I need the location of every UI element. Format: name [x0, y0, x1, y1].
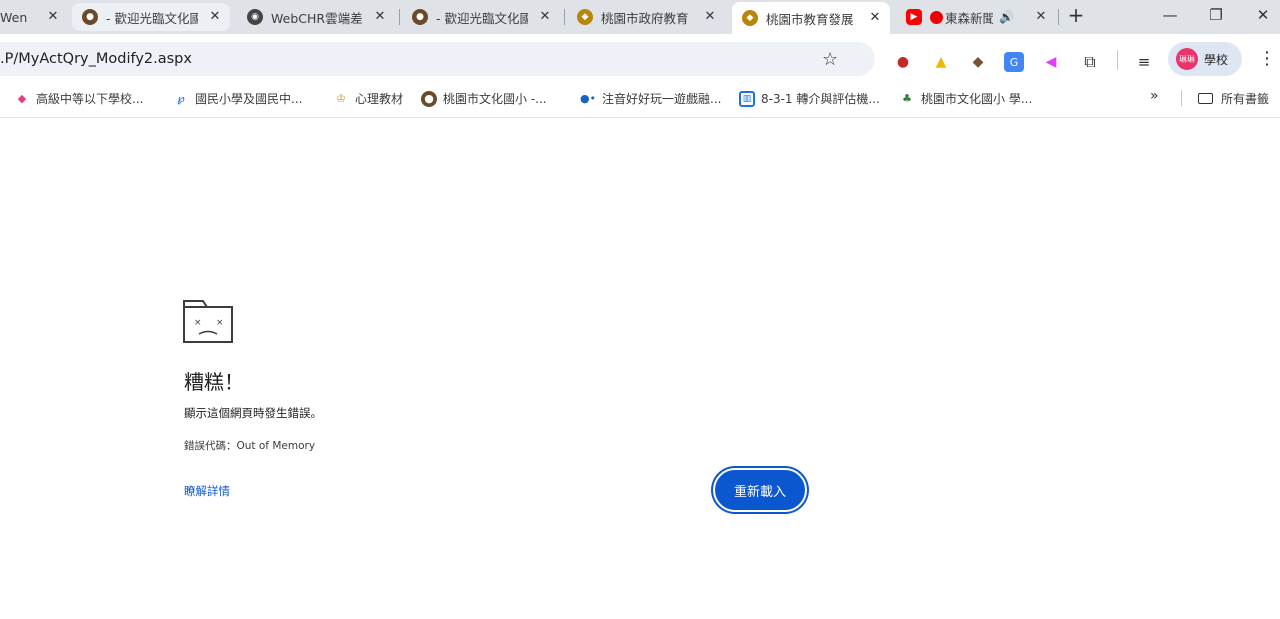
- menu-kebab-icon[interactable]: ⋮: [1258, 48, 1276, 69]
- bookmark-item[interactable]: ●• 注音好好玩一遊戲融...: [579, 90, 722, 107]
- tab-7[interactable]: ▶ 東森新聞 🔊 ✕: [896, 3, 1056, 31]
- education-bureau-icon: ◆: [577, 9, 593, 25]
- bookmark-item[interactable]: ℘ 國民小學及國民中...: [173, 90, 302, 107]
- all-bookmarks-button[interactable]: 所有書籤: [1198, 90, 1269, 107]
- recording-dot-icon: [930, 10, 943, 24]
- folder-icon: [1198, 93, 1213, 104]
- extension-thumb-icon[interactable]: ▲: [931, 52, 951, 72]
- close-icon[interactable]: ✕: [1034, 10, 1048, 24]
- bookmark-item[interactable]: ♣ 桃園市文化國小 學...: [899, 90, 1032, 107]
- education-bureau-icon: ◆: [742, 10, 758, 26]
- tab-title: Wen: [0, 9, 28, 25]
- close-icon[interactable]: ✕: [46, 10, 60, 24]
- sad-folder-icon: × ×: [183, 300, 233, 343]
- profile-button[interactable]: 琳琳 學校: [1168, 42, 1242, 76]
- bookmarks-bar: ◆ 高級中等以下學校... ℘ 國民小學及國民中... ♔ 心理教材 ● 桃園市…: [0, 80, 1280, 118]
- bookmark-favicon-icon: ♔: [336, 92, 346, 105]
- tab-title: - 歡迎光臨文化國: [436, 10, 528, 26]
- all-bookmarks-label: 所有書籤: [1221, 92, 1270, 106]
- tab-2[interactable]: ● - 歡迎光臨文化國 ✕: [72, 3, 230, 31]
- new-tab-button[interactable]: +: [1065, 5, 1087, 27]
- profile-label: 學校: [1204, 52, 1229, 67]
- extension-arrow-icon[interactable]: ◀: [1041, 52, 1061, 72]
- extensions-puzzle-icon[interactable]: ⧉: [1080, 52, 1100, 72]
- bookmark-favicon-icon: ▥: [739, 90, 755, 107]
- svg-text:×: ×: [194, 318, 202, 328]
- bookmark-item[interactable]: ● 桃園市文化國小 -...: [421, 90, 547, 107]
- address-bar[interactable]: .P/MyActQry_Modify2.aspx ☆: [0, 42, 875, 76]
- bookmark-item[interactable]: ♔ 心理教材: [333, 90, 403, 107]
- error-description: 顯示這個網頁時發生錯誤。: [184, 406, 322, 420]
- school-logo-icon: ●: [82, 9, 98, 25]
- avatar: 琳琳: [1176, 48, 1198, 70]
- toolbar-divider: [1117, 50, 1118, 70]
- bookmark-favicon-icon: ℘: [177, 92, 185, 105]
- error-title: 糟糕！: [184, 370, 244, 394]
- close-icon[interactable]: ✕: [703, 10, 717, 24]
- tab-divider: [1058, 9, 1059, 25]
- bookmark-favicon-icon: ◆: [17, 92, 27, 105]
- speaker-icon[interactable]: 🔊: [999, 10, 1014, 24]
- address-url[interactable]: .P/MyActQry_Modify2.aspx: [0, 51, 192, 67]
- bookmark-item[interactable]: ◆ 高級中等以下學校...: [14, 90, 144, 107]
- bookmark-favicon-icon: ♣: [902, 92, 912, 105]
- tab-title: 桃園市政府教育: [601, 10, 689, 26]
- bookmark-label: 高級中等以下學校...: [36, 92, 144, 106]
- bookmark-label: 桃園市文化國小 -...: [443, 92, 547, 106]
- tab-1[interactable]: Wen ✕: [0, 3, 68, 31]
- error-code: 錯誤代碼：Out of Memory: [184, 440, 316, 452]
- tab-strip: Wen ✕ ● - 歡迎光臨文化國 ✕ ◉ WebCHR雲端差 ✕ ● - 歡迎…: [0, 0, 1280, 34]
- close-icon[interactable]: ✕: [868, 11, 882, 25]
- bookmark-label: 8-3-1 轉介與評估機...: [761, 92, 880, 106]
- tab-3[interactable]: ◉ WebCHR雲端差 ✕: [237, 3, 395, 31]
- tab-4[interactable]: ● - 歡迎光臨文化國 ✕: [402, 3, 560, 31]
- bookmark-label: 注音好好玩一遊戲融...: [602, 92, 722, 106]
- close-icon[interactable]: ✕: [208, 10, 222, 24]
- more-bookmarks-icon[interactable]: »: [1150, 88, 1159, 104]
- tab-5[interactable]: ◆ 桃園市政府教育 ✕: [567, 3, 725, 31]
- minimize-icon[interactable]: —: [1155, 4, 1185, 26]
- tab-title: WebCHR雲端差: [271, 10, 363, 26]
- school-logo-icon: ●: [412, 9, 428, 25]
- tab-divider: [564, 9, 565, 25]
- bookmark-label: 心理教材: [355, 92, 404, 106]
- close-icon[interactable]: ✕: [538, 10, 552, 24]
- school-logo-icon: ●: [421, 90, 437, 107]
- tab-title: - 歡迎光臨文化國: [106, 10, 198, 26]
- bookmark-favicon-icon: ●•: [579, 92, 597, 105]
- tab-title: 東森新聞: [945, 10, 993, 26]
- restore-icon[interactable]: ❐: [1201, 4, 1231, 26]
- bookmarks-divider: [1181, 90, 1182, 106]
- tab-6-active[interactable]: ◆ 桃園市教育發展 ✕: [732, 2, 890, 34]
- reload-button[interactable]: 重新載入: [713, 468, 807, 512]
- bookmark-label: 國民小學及國民中...: [195, 92, 303, 106]
- youtube-icon: ▶: [906, 9, 922, 25]
- google-translate-icon[interactable]: G: [1004, 52, 1024, 72]
- bookmark-label: 桃園市文化國小 學...: [921, 92, 1033, 106]
- extension-apple-icon[interactable]: ●: [893, 52, 913, 72]
- media-control-icon[interactable]: ≡: [1134, 52, 1154, 72]
- tab-divider: [399, 9, 400, 25]
- close-icon[interactable]: ✕: [373, 10, 387, 24]
- svg-text:×: ×: [216, 318, 224, 328]
- bookmark-star-icon[interactable]: ☆: [822, 49, 838, 70]
- globe-icon: ◉: [247, 9, 263, 25]
- learn-more-link[interactable]: 瞭解詳情: [184, 483, 230, 499]
- extension-owl-icon[interactable]: ◆: [968, 52, 988, 72]
- window-close-icon[interactable]: ✕: [1248, 4, 1278, 26]
- bookmark-item[interactable]: ▥ 8-3-1 轉介與評估機...: [739, 90, 880, 107]
- tab-title: 桃園市教育發展: [766, 11, 854, 27]
